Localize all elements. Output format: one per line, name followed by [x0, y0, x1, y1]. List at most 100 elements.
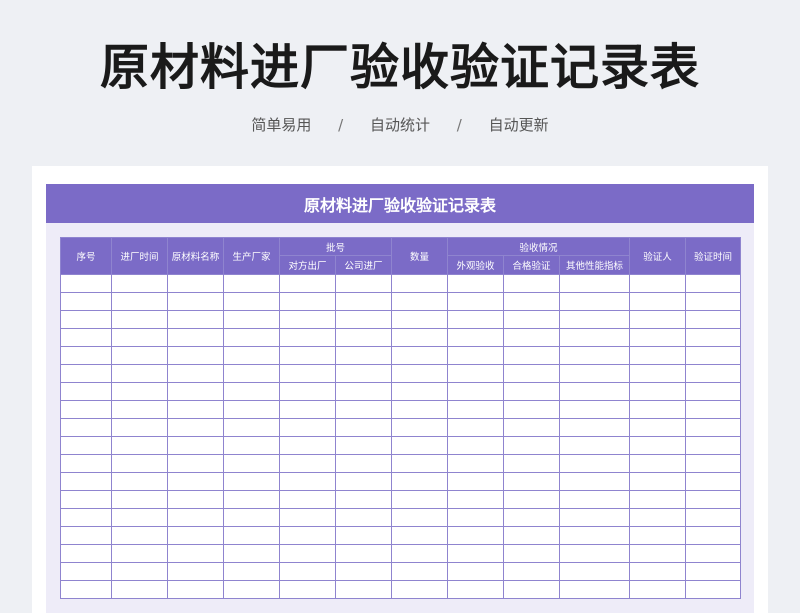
- table-cell[interactable]: [629, 418, 687, 437]
- table-cell[interactable]: [685, 544, 742, 563]
- table-cell[interactable]: [167, 562, 224, 581]
- table-cell[interactable]: [629, 382, 687, 401]
- table-cell[interactable]: [629, 310, 687, 329]
- table-cell[interactable]: [559, 274, 631, 293]
- table-cell[interactable]: [223, 328, 280, 347]
- table-cell[interactable]: [223, 544, 280, 563]
- table-cell[interactable]: [629, 454, 687, 473]
- table-cell[interactable]: [279, 382, 336, 401]
- table-cell[interactable]: [279, 418, 336, 437]
- table-cell[interactable]: [60, 472, 112, 491]
- table-cell[interactable]: [447, 274, 505, 293]
- table-cell[interactable]: [111, 346, 168, 365]
- table-cell[interactable]: [447, 454, 505, 473]
- table-cell[interactable]: [685, 562, 742, 581]
- table-cell[interactable]: [223, 454, 280, 473]
- table-cell[interactable]: [391, 580, 449, 599]
- table-cell[interactable]: [167, 526, 224, 545]
- table-cell[interactable]: [503, 274, 561, 293]
- table-cell[interactable]: [559, 346, 631, 365]
- table-cell[interactable]: [503, 526, 561, 545]
- table-cell[interactable]: [447, 364, 505, 383]
- table-cell[interactable]: [503, 508, 561, 527]
- table-cell[interactable]: [391, 400, 449, 419]
- table-cell[interactable]: [111, 292, 168, 311]
- table-cell[interactable]: [559, 454, 631, 473]
- table-cell[interactable]: [60, 328, 112, 347]
- table-cell[interactable]: [629, 580, 687, 599]
- table-cell[interactable]: [334, 364, 393, 383]
- table-cell[interactable]: [60, 292, 112, 311]
- table-cell[interactable]: [503, 346, 561, 365]
- table-cell[interactable]: [167, 544, 224, 563]
- table-cell[interactable]: [447, 418, 505, 437]
- table-cell[interactable]: [503, 490, 561, 509]
- table-cell[interactable]: [391, 364, 449, 383]
- table-cell[interactable]: [60, 490, 112, 509]
- table-cell[interactable]: [559, 382, 631, 401]
- table-cell[interactable]: [167, 418, 224, 437]
- table-cell[interactable]: [223, 400, 280, 419]
- table-cell[interactable]: [111, 328, 168, 347]
- table-cell[interactable]: [503, 472, 561, 491]
- table-cell[interactable]: [503, 328, 561, 347]
- table-cell[interactable]: [629, 544, 687, 563]
- table-cell[interactable]: [447, 292, 505, 311]
- table-cell[interactable]: [391, 418, 449, 437]
- table-cell[interactable]: [629, 508, 687, 527]
- table-cell[interactable]: [334, 400, 393, 419]
- table-cell[interactable]: [503, 562, 561, 581]
- table-cell[interactable]: [60, 544, 112, 563]
- table-cell[interactable]: [447, 328, 505, 347]
- table-cell[interactable]: [60, 346, 112, 365]
- table-cell[interactable]: [629, 562, 687, 581]
- table-cell[interactable]: [629, 328, 687, 347]
- table-cell[interactable]: [111, 508, 168, 527]
- table-cell[interactable]: [447, 526, 505, 545]
- table-cell[interactable]: [60, 382, 112, 401]
- table-cell[interactable]: [223, 418, 280, 437]
- table-cell[interactable]: [279, 490, 336, 509]
- table-cell[interactable]: [503, 400, 561, 419]
- table-cell[interactable]: [60, 310, 112, 329]
- table-cell[interactable]: [629, 364, 687, 383]
- table-cell[interactable]: [334, 526, 393, 545]
- table-cell[interactable]: [334, 274, 393, 293]
- table-cell[interactable]: [559, 418, 631, 437]
- table-cell[interactable]: [223, 508, 280, 527]
- table-cell[interactable]: [167, 508, 224, 527]
- table-cell[interactable]: [391, 328, 449, 347]
- table-cell[interactable]: [223, 526, 280, 545]
- table-cell[interactable]: [559, 400, 631, 419]
- table-cell[interactable]: [447, 400, 505, 419]
- table-cell[interactable]: [334, 544, 393, 563]
- table-cell[interactable]: [111, 274, 168, 293]
- table-cell[interactable]: [447, 436, 505, 455]
- table-cell[interactable]: [111, 436, 168, 455]
- table-cell[interactable]: [167, 436, 224, 455]
- table-cell[interactable]: [629, 400, 687, 419]
- table-cell[interactable]: [167, 364, 224, 383]
- table-cell[interactable]: [167, 346, 224, 365]
- table-cell[interactable]: [559, 436, 631, 455]
- table-cell[interactable]: [111, 364, 168, 383]
- table-cell[interactable]: [111, 526, 168, 545]
- table-cell[interactable]: [447, 580, 505, 599]
- table-cell[interactable]: [685, 526, 742, 545]
- table-cell[interactable]: [223, 580, 280, 599]
- table-cell[interactable]: [334, 310, 393, 329]
- table-cell[interactable]: [167, 454, 224, 473]
- table-cell[interactable]: [279, 580, 336, 599]
- table-cell[interactable]: [447, 508, 505, 527]
- table-cell[interactable]: [447, 562, 505, 581]
- table-cell[interactable]: [334, 508, 393, 527]
- table-cell[interactable]: [503, 544, 561, 563]
- table-cell[interactable]: [503, 580, 561, 599]
- table-cell[interactable]: [111, 580, 168, 599]
- table-cell[interactable]: [685, 418, 742, 437]
- table-cell[interactable]: [60, 454, 112, 473]
- table-cell[interactable]: [391, 490, 449, 509]
- table-cell[interactable]: [391, 274, 449, 293]
- table-cell[interactable]: [391, 508, 449, 527]
- table-cell[interactable]: [223, 364, 280, 383]
